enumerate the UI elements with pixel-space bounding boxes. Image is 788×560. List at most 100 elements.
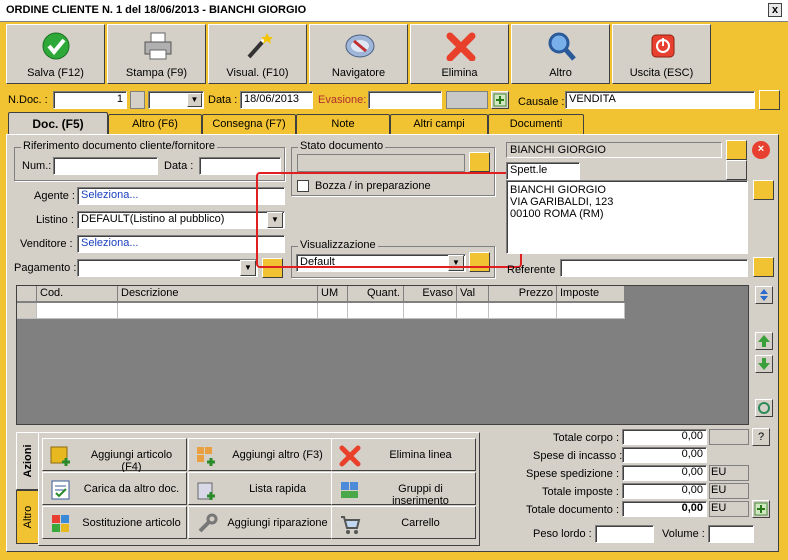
quick-list-button[interactable]: Lista rapida [188, 472, 333, 505]
ndoc-spin[interactable] [130, 91, 145, 109]
causale-input[interactable]: VENDITA [565, 91, 755, 109]
print-button[interactable]: Stampa (F9) [107, 24, 206, 84]
grid-cell[interactable] [37, 303, 118, 319]
other-button[interactable]: Altro [511, 24, 610, 84]
delete-icon [446, 32, 476, 61]
title-bar: ORDINE CLIENTE N. 1 del 18/06/2013 - BIA… [0, 0, 788, 22]
repair-icon [198, 513, 218, 533]
folder-icon[interactable] [753, 257, 774, 277]
tab-azioni-label: Azioni [22, 444, 34, 478]
highlight-box [256, 172, 522, 268]
grid-header[interactable]: Val [457, 286, 489, 302]
exit-icon [651, 34, 675, 58]
grid-header[interactable]: Cod. [37, 286, 118, 302]
refresh-icon[interactable] [755, 399, 773, 417]
grid-header[interactable]: UM [318, 286, 348, 302]
delete-line-button[interactable]: Elimina linea [331, 438, 476, 471]
tab-altro[interactable]: Altro (F6) [108, 114, 202, 134]
exit-label: Uscita (ESC) [629, 67, 694, 79]
person-icon[interactable] [726, 160, 747, 180]
add-other-label: Aggiungi altro (F3) [232, 449, 323, 461]
referente-label: Referente [507, 264, 556, 276]
listino-select[interactable]: DEFAULT(Listino al pubblico) [77, 211, 285, 229]
navigator-button[interactable]: Navigatore [309, 24, 408, 84]
date-input[interactable]: 18/06/2013 [240, 91, 313, 109]
evasione-input[interactable] [368, 91, 442, 109]
add-article-button[interactable]: Aggiungi articolo (F4) [42, 438, 187, 473]
address-line: 00100 ROMA (RM) [510, 208, 604, 220]
help-button[interactable]: ? [752, 428, 770, 446]
folder-icon[interactable] [753, 180, 774, 200]
save-button[interactable]: Salva (F12) [6, 24, 105, 84]
spedizione-label: Spese spedizione : [526, 468, 619, 480]
grid-cell[interactable] [118, 303, 318, 319]
tab-documenti[interactable]: Documenti [488, 114, 584, 134]
spedizione-value[interactable]: 0,00 [622, 465, 707, 481]
add-total-button[interactable] [752, 500, 770, 518]
incasso-label: Spese di incasso : [533, 450, 623, 462]
spett-input[interactable]: Spett.le [506, 162, 580, 180]
num-label: Num.: [22, 160, 52, 172]
folder-icon[interactable] [726, 140, 747, 160]
grid-cell[interactable] [457, 303, 489, 319]
folder-icon[interactable] [469, 152, 490, 172]
grid-header[interactable]: Quant. [348, 286, 404, 302]
incasso-value: 0,00 [622, 447, 707, 463]
agente-input[interactable]: Seleziona... [77, 187, 285, 205]
delete-button[interactable]: Elimina [410, 24, 509, 84]
volume-input[interactable] [708, 525, 754, 543]
grid-header[interactable]: Prezzo [489, 286, 557, 302]
row-selector[interactable] [17, 303, 37, 319]
cart-label: Carrello [401, 517, 440, 529]
peso-input[interactable] [595, 525, 654, 543]
tab-doc[interactable]: Doc. (F5) [8, 112, 108, 136]
arrow-up-icon[interactable] [755, 332, 773, 350]
cart-button[interactable]: Carrello [331, 506, 476, 539]
insert-groups-button[interactable]: Gruppi di inserimento [331, 472, 476, 507]
series-select[interactable]: ▼ [148, 91, 204, 109]
imposte-currency: EU [709, 483, 749, 499]
tab-altro-side[interactable]: Altro [16, 490, 38, 544]
remove-client-icon[interactable]: × [752, 141, 770, 159]
pagamento-select[interactable] [77, 259, 258, 277]
ndoc-input[interactable]: 1 [53, 91, 127, 109]
tab-azioni[interactable]: Azioni [16, 432, 38, 490]
close-icon[interactable]: x [768, 3, 782, 17]
move-up-down-icon[interactable] [755, 286, 773, 304]
search-icon [548, 32, 576, 61]
add-other-button[interactable]: Aggiungi altro (F3) [188, 438, 333, 471]
window-title: ORDINE CLIENTE N. 1 del 18/06/2013 - BIA… [6, 4, 307, 16]
num-input[interactable] [53, 157, 158, 175]
delete-line-label: Elimina linea [389, 449, 452, 461]
preview-button[interactable]: Visual. (F10) [208, 24, 307, 84]
venditore-label: Venditore : [20, 238, 73, 250]
load-doc-button[interactable]: Carica da altro doc. [42, 472, 187, 505]
tab-note[interactable]: Note [296, 114, 390, 134]
agente-label: Agente : [34, 190, 75, 202]
ndoc-label: N.Doc. : [8, 94, 48, 106]
grid-cell[interactable] [404, 303, 457, 319]
grid-cell[interactable] [348, 303, 404, 319]
repair-button[interactable]: Aggiungi riparazione [188, 506, 333, 539]
grid-cell[interactable] [489, 303, 557, 319]
venditore-input[interactable]: Seleziona... [77, 235, 285, 253]
client-address: BIANCHI GIORGIO VIA GARIBALDI, 123 00100… [506, 180, 748, 254]
stato-input[interactable] [297, 154, 465, 172]
tab-consegna[interactable]: Consegna (F7) [202, 114, 296, 134]
lines-grid[interactable]: Cod. Descrizione UM Quant. Evaso Val Pre… [16, 285, 749, 425]
grid-cell[interactable] [557, 303, 625, 319]
add-date-button[interactable] [491, 91, 509, 109]
tab-altri-campi[interactable]: Altri campi [390, 114, 488, 134]
grid-header[interactable]: Descrizione [118, 286, 318, 302]
exit-button[interactable]: Uscita (ESC) [612, 24, 711, 84]
grid-header[interactable]: Imposte [557, 286, 625, 302]
folder-icon[interactable] [759, 90, 780, 110]
chevron-down-icon[interactable]: ▼ [240, 260, 256, 276]
grid-header[interactable]: Evaso [404, 286, 457, 302]
grid-cell[interactable] [318, 303, 348, 319]
toolbar: Salva (F12) Stampa (F9) Visual. (F10) Na… [6, 24, 711, 86]
replace-article-button[interactable]: Sostituzione articolo [42, 506, 187, 539]
load-doc-label: Carica da altro doc. [83, 483, 180, 495]
referente-input[interactable] [560, 259, 748, 277]
arrow-down-icon[interactable] [755, 355, 773, 373]
